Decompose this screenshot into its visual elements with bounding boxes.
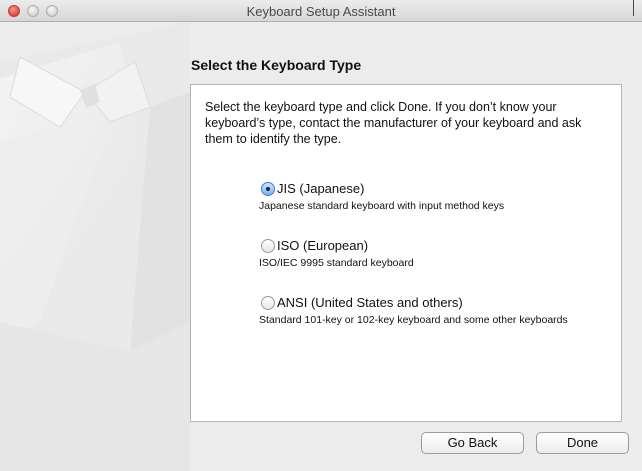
page-heading: Select the Keyboard Type: [191, 57, 362, 73]
instructions-text: Select the keyboard type and click Done.…: [205, 100, 582, 146]
option-label: ISO (European): [277, 238, 369, 253]
tuxedo-illustration: [0, 22, 190, 471]
done-button[interactable]: Done: [536, 432, 629, 454]
option-description: Standard 101-key or 102-key keyboard and…: [259, 314, 568, 326]
go-back-button[interactable]: Go Back: [421, 432, 524, 454]
radio-iso[interactable]: [261, 239, 275, 253]
title-bar[interactable]: Keyboard Setup Assistant: [0, 0, 642, 22]
radio-jis[interactable]: [261, 182, 275, 196]
option-description: ISO/IEC 9995 standard keyboard: [259, 257, 414, 269]
keyboard-type-panel: Select the keyboard type and click Done.…: [190, 84, 622, 422]
keyboard-setup-window: Keyboard Setup Assistant Select the Keyb…: [0, 0, 642, 471]
window-title: Keyboard Setup Assistant: [246, 4, 396, 19]
option-description: Japanese standard keyboard with input me…: [259, 200, 505, 212]
option-label: ANSI (United States and others): [277, 295, 463, 310]
radio-ansi[interactable]: [261, 296, 275, 310]
resize-indicator: [633, 0, 634, 16]
option-label: JIS (Japanese): [277, 181, 365, 196]
